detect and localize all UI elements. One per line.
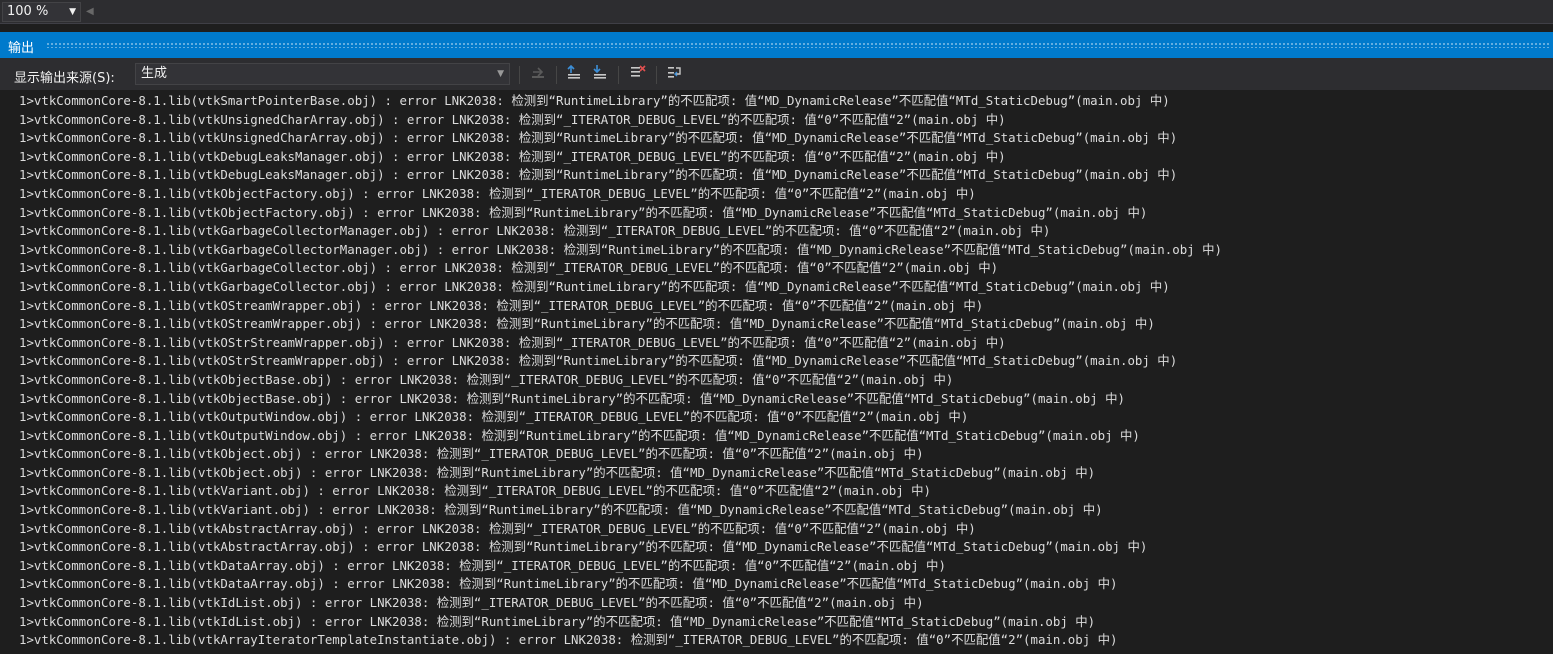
output-line: 1>vtkCommonCore-8.1.lib(vtkAbstractArray…: [19, 539, 1148, 555]
output-line: 1>vtkCommonCore-8.1.lib(vtkDataArray.obj…: [19, 557, 946, 573]
toolbar-separator: [618, 66, 619, 84]
output-line: 1>vtkCommonCore-8.1.lib(vtkObjectFactory…: [19, 185, 976, 201]
source-select[interactable]: 生成 ▼: [135, 63, 510, 85]
output-line: 1>vtkCommonCore-8.1.lib(vtkObject.obj) :…: [19, 464, 1096, 480]
output-line: 1>vtkCommonCore-8.1.lib(vtkUnsignedCharA…: [19, 111, 1006, 127]
output-window: 100 % ▼ ◀ 输出 显示输出来源(S): 生成 ▼ 1>vtkCommon…: [0, 0, 1553, 654]
output-line: 1>vtkCommonCore-8.1.lib(vtkGarbageCollec…: [19, 223, 1051, 239]
chevron-down-icon[interactable]: ▼: [69, 3, 76, 21]
word-wrap-icon[interactable]: [665, 64, 685, 84]
output-line: 1>vtkCommonCore-8.1.lib(vtkUnsignedCharA…: [19, 130, 1178, 146]
output-line: 1>vtkCommonCore-8.1.lib(vtkDataArray.obj…: [19, 576, 1118, 592]
output-line: 1>vtkCommonCore-8.1.lib(vtkObjectFactory…: [19, 204, 1148, 220]
output-line: 1>vtkCommonCore-8.1.lib(vtkArrayIterator…: [19, 632, 1118, 648]
output-line: 1>vtkCommonCore-8.1.lib(vtkVariant.obj) …: [19, 483, 931, 499]
panel-title-bar[interactable]: 输出: [0, 32, 1553, 58]
toolbar-separator: [519, 66, 520, 84]
output-line: 1>vtkCommonCore-8.1.lib(vtkVariant.obj) …: [19, 502, 1103, 518]
panel-title: 输出: [8, 41, 35, 56]
output-line: 1>vtkCommonCore-8.1.lib(vtkGarbageCollec…: [19, 278, 1170, 294]
output-line: 1>vtkCommonCore-8.1.lib(vtkIdList.obj) :…: [19, 613, 1096, 629]
zoom-bar: 100 % ▼ ◀: [0, 0, 1553, 24]
output-line: 1>vtkCommonCore-8.1.lib(vtkGarbageCollec…: [19, 241, 1222, 257]
output-line: 1>vtkCommonCore-8.1.lib(vtkAbstractArray…: [19, 520, 976, 536]
output-line: 1>vtkCommonCore-8.1.lib(vtkOStreamWrappe…: [19, 316, 1155, 332]
toolbar-separator: [656, 66, 657, 84]
output-toolbar: 显示输出来源(S): 生成 ▼: [0, 58, 1553, 90]
output-line: 1>vtkCommonCore-8.1.lib(vtkOStrStreamWra…: [19, 353, 1178, 369]
output-line: 1>vtkCommonCore-8.1.lib(vtkObject.obj) :…: [19, 446, 924, 462]
output-text-area[interactable]: 1>vtkCommonCore-8.1.lib(vtkSmartPointerB…: [0, 90, 1553, 654]
output-line: 1>vtkCommonCore-8.1.lib(vtkDebugLeaksMan…: [19, 148, 1006, 164]
output-line: 1>vtkCommonCore-8.1.lib(vtkGarbageCollec…: [19, 260, 999, 276]
zoom-value: 100 %: [7, 4, 49, 19]
scroll-left-icon[interactable]: ◀: [86, 4, 96, 20]
output-line: 1>vtkCommonCore-8.1.lib(vtkDebugLeaksMan…: [19, 167, 1178, 183]
output-line: 1>vtkCommonCore-8.1.lib(vtkOStreamWrappe…: [19, 297, 984, 313]
clear-all-icon[interactable]: [628, 64, 648, 84]
next-message-icon[interactable]: [590, 64, 610, 84]
source-label: 显示输出来源(S):: [14, 71, 115, 86]
output-line: 1>vtkCommonCore-8.1.lib(vtkSmartPointerB…: [19, 93, 1170, 108]
output-line: 1>vtkCommonCore-8.1.lib(vtkOutputWindow.…: [19, 427, 1140, 443]
source-value: 生成: [141, 66, 168, 81]
previous-message-icon[interactable]: [564, 64, 584, 84]
output-line: 1>vtkCommonCore-8.1.lib(vtkOutputWindow.…: [19, 409, 969, 425]
chevron-down-icon[interactable]: ▼: [497, 64, 504, 84]
zoom-combo[interactable]: 100 % ▼: [2, 2, 81, 22]
output-line: 1>vtkCommonCore-8.1.lib(vtkObjectBase.ob…: [19, 371, 954, 387]
output-line: 1>vtkCommonCore-8.1.lib(vtkOStrStreamWra…: [19, 334, 1006, 350]
output-line: 1>vtkCommonCore-8.1.lib(vtkObjectBase.ob…: [19, 390, 1125, 406]
drag-grip[interactable]: [46, 42, 1549, 48]
toolbar-separator: [556, 66, 557, 84]
goto-message-icon[interactable]: [528, 64, 548, 84]
output-lines: 1>vtkCommonCore-8.1.lib(vtkSmartPointerB…: [19, 92, 1222, 650]
output-line: 1>vtkCommonCore-8.1.lib(vtkIdList.obj) :…: [19, 595, 924, 611]
